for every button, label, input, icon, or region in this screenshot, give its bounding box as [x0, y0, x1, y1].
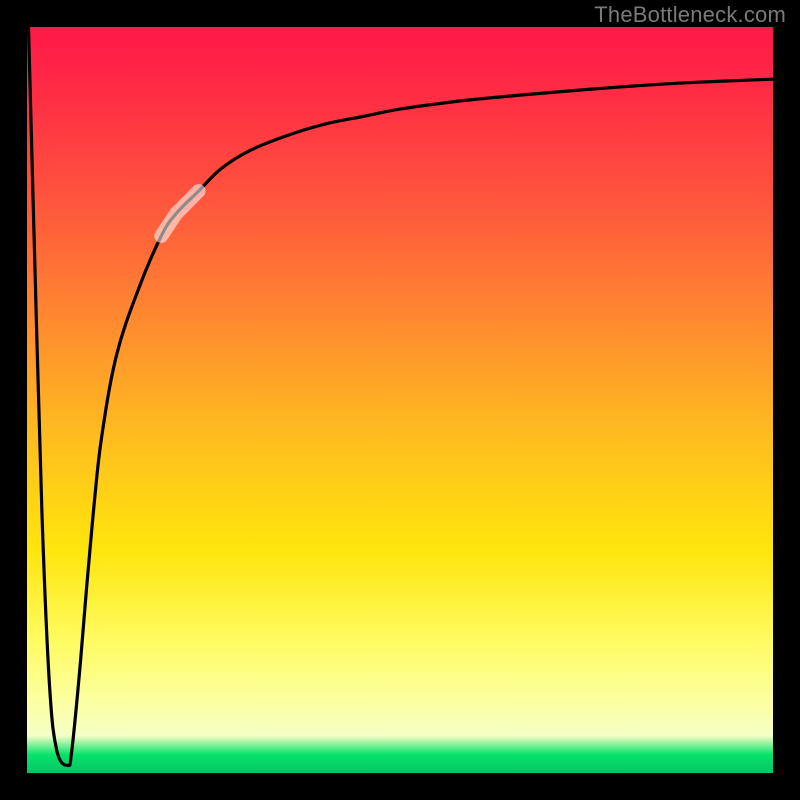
curve-highlight-segment [161, 191, 198, 236]
chart-frame: TheBottleneck.com [0, 0, 800, 800]
bottleneck-curve [29, 27, 774, 766]
plot-area [27, 27, 773, 773]
attribution-text: TheBottleneck.com [594, 2, 786, 28]
curve-svg [27, 27, 773, 773]
